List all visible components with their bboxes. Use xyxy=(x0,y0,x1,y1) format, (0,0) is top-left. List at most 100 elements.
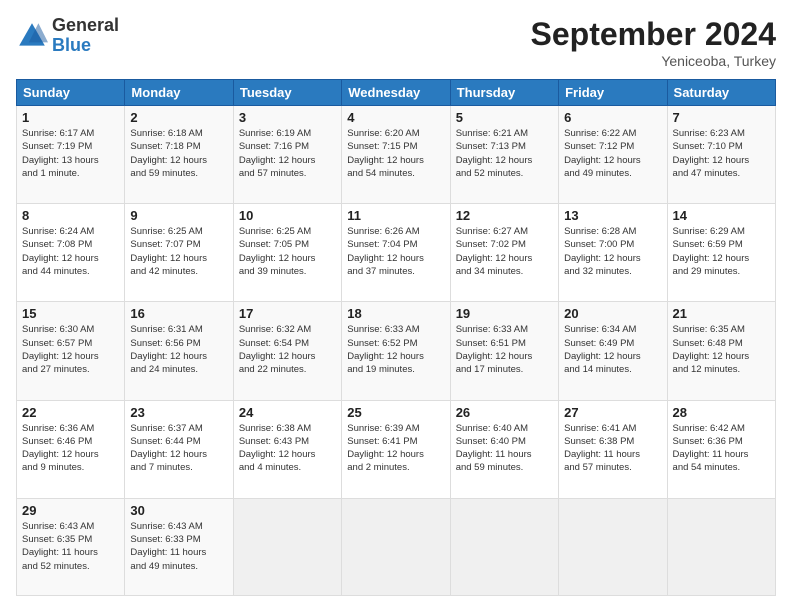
day-cell: 20 Sunrise: 6:34 AM Sunset: 6:49 PM Dayli… xyxy=(559,302,667,400)
day-cell xyxy=(233,498,341,595)
day-number: 8 xyxy=(22,208,119,223)
day-cell: 25 Sunrise: 6:39 AM Sunset: 6:41 PM Dayli… xyxy=(342,400,450,498)
day-info: Sunrise: 6:28 AM Sunset: 7:00 PM Dayligh… xyxy=(564,225,661,278)
logo-blue: Blue xyxy=(52,36,119,56)
day-info: Sunrise: 6:31 AM Sunset: 6:56 PM Dayligh… xyxy=(130,323,227,376)
day-number: 14 xyxy=(673,208,770,223)
day-cell: 12 Sunrise: 6:27 AM Sunset: 7:02 PM Dayli… xyxy=(450,204,558,302)
day-number: 25 xyxy=(347,405,444,420)
col-sunday: Sunday xyxy=(17,80,125,106)
day-info: Sunrise: 6:18 AM Sunset: 7:18 PM Dayligh… xyxy=(130,127,227,180)
month-title: September 2024 xyxy=(531,16,776,53)
day-info: Sunrise: 6:24 AM Sunset: 7:08 PM Dayligh… xyxy=(22,225,119,278)
day-number: 21 xyxy=(673,306,770,321)
col-saturday: Saturday xyxy=(667,80,775,106)
location-subtitle: Yeniceoba, Turkey xyxy=(531,53,776,69)
day-info: Sunrise: 6:27 AM Sunset: 7:02 PM Dayligh… xyxy=(456,225,553,278)
logo-general: General xyxy=(52,16,119,36)
day-info: Sunrise: 6:29 AM Sunset: 6:59 PM Dayligh… xyxy=(673,225,770,278)
day-info: Sunrise: 6:21 AM Sunset: 7:13 PM Dayligh… xyxy=(456,127,553,180)
day-info: Sunrise: 6:33 AM Sunset: 6:52 PM Dayligh… xyxy=(347,323,444,376)
day-info: Sunrise: 6:43 AM Sunset: 6:35 PM Dayligh… xyxy=(22,520,119,573)
day-number: 12 xyxy=(456,208,553,223)
day-cell: 22 Sunrise: 6:36 AM Sunset: 6:46 PM Dayli… xyxy=(17,400,125,498)
calendar-header-row: Sunday Monday Tuesday Wednesday Thursday… xyxy=(17,80,776,106)
day-info: Sunrise: 6:42 AM Sunset: 6:36 PM Dayligh… xyxy=(673,422,770,475)
day-number: 19 xyxy=(456,306,553,321)
day-number: 6 xyxy=(564,110,661,125)
day-number: 9 xyxy=(130,208,227,223)
day-cell: 13 Sunrise: 6:28 AM Sunset: 7:00 PM Dayli… xyxy=(559,204,667,302)
day-info: Sunrise: 6:20 AM Sunset: 7:15 PM Dayligh… xyxy=(347,127,444,180)
day-cell: 7Sunrise: 6:23 AM Sunset: 7:10 PM Daylig… xyxy=(667,106,775,204)
day-cell: 2 Sunrise: 6:18 AM Sunset: 7:18 PM Daylig… xyxy=(125,106,233,204)
day-number: 2 xyxy=(130,110,227,125)
day-number: 24 xyxy=(239,405,336,420)
day-info: Sunrise: 6:25 AM Sunset: 7:07 PM Dayligh… xyxy=(130,225,227,278)
day-cell: 1Sunrise: 6:17 AM Sunset: 7:19 PM Daylig… xyxy=(17,106,125,204)
day-cell: 9 Sunrise: 6:25 AM Sunset: 7:07 PM Daylig… xyxy=(125,204,233,302)
calendar: Sunday Monday Tuesday Wednesday Thursday… xyxy=(16,79,776,596)
day-cell: 19 Sunrise: 6:33 AM Sunset: 6:51 PM Dayli… xyxy=(450,302,558,400)
header: General Blue September 2024 Yeniceoba, T… xyxy=(16,16,776,69)
day-info: Sunrise: 6:33 AM Sunset: 6:51 PM Dayligh… xyxy=(456,323,553,376)
day-info: Sunrise: 6:40 AM Sunset: 6:40 PM Dayligh… xyxy=(456,422,553,475)
day-cell: 6 Sunrise: 6:22 AM Sunset: 7:12 PM Daylig… xyxy=(559,106,667,204)
day-cell: 16 Sunrise: 6:31 AM Sunset: 6:56 PM Dayli… xyxy=(125,302,233,400)
day-cell: 11 Sunrise: 6:26 AM Sunset: 7:04 PM Dayli… xyxy=(342,204,450,302)
day-number: 23 xyxy=(130,405,227,420)
day-cell: 8 Sunrise: 6:24 AM Sunset: 7:08 PM Daylig… xyxy=(17,204,125,302)
col-monday: Monday xyxy=(125,80,233,106)
day-info: Sunrise: 6:38 AM Sunset: 6:43 PM Dayligh… xyxy=(239,422,336,475)
day-cell: 27Sunrise: 6:41 AM Sunset: 6:38 PM Dayli… xyxy=(559,400,667,498)
day-info: Sunrise: 6:37 AM Sunset: 6:44 PM Dayligh… xyxy=(130,422,227,475)
logo: General Blue xyxy=(16,16,119,56)
day-number: 13 xyxy=(564,208,661,223)
day-cell: 23 Sunrise: 6:37 AM Sunset: 6:44 PM Dayli… xyxy=(125,400,233,498)
day-number: 20 xyxy=(564,306,661,321)
title-block: September 2024 Yeniceoba, Turkey xyxy=(531,16,776,69)
day-cell: 28 Sunrise: 6:42 AM Sunset: 6:36 PM Dayli… xyxy=(667,400,775,498)
day-info: Sunrise: 6:19 AM Sunset: 7:16 PM Dayligh… xyxy=(239,127,336,180)
logo-icon xyxy=(16,20,48,52)
day-info: Sunrise: 6:36 AM Sunset: 6:46 PM Dayligh… xyxy=(22,422,119,475)
day-number: 28 xyxy=(673,405,770,420)
week-row-4: 22 Sunrise: 6:36 AM Sunset: 6:46 PM Dayli… xyxy=(17,400,776,498)
week-row-5: 29 Sunrise: 6:43 AM Sunset: 6:35 PM Dayli… xyxy=(17,498,776,595)
day-info: Sunrise: 6:22 AM Sunset: 7:12 PM Dayligh… xyxy=(564,127,661,180)
day-cell xyxy=(342,498,450,595)
day-number: 29 xyxy=(22,503,119,518)
day-cell xyxy=(667,498,775,595)
day-number: 26 xyxy=(456,405,553,420)
day-cell xyxy=(450,498,558,595)
day-cell: 17 Sunrise: 6:32 AM Sunset: 6:54 PM Dayli… xyxy=(233,302,341,400)
day-info: Sunrise: 6:26 AM Sunset: 7:04 PM Dayligh… xyxy=(347,225,444,278)
day-cell: 10Sunrise: 6:25 AM Sunset: 7:05 PM Dayli… xyxy=(233,204,341,302)
day-info: Sunrise: 6:39 AM Sunset: 6:41 PM Dayligh… xyxy=(347,422,444,475)
day-info: Sunrise: 6:35 AM Sunset: 6:48 PM Dayligh… xyxy=(673,323,770,376)
day-info: Sunrise: 6:32 AM Sunset: 6:54 PM Dayligh… xyxy=(239,323,336,376)
day-info: Sunrise: 6:23 AM Sunset: 7:10 PM Dayligh… xyxy=(673,127,770,180)
day-info: Sunrise: 6:41 AM Sunset: 6:38 PM Dayligh… xyxy=(564,422,661,475)
day-cell: 5Sunrise: 6:21 AM Sunset: 7:13 PM Daylig… xyxy=(450,106,558,204)
day-number: 17 xyxy=(239,306,336,321)
day-cell: 4Sunrise: 6:20 AM Sunset: 7:15 PM Daylig… xyxy=(342,106,450,204)
col-friday: Friday xyxy=(559,80,667,106)
logo-text: General Blue xyxy=(52,16,119,56)
day-cell: 24 Sunrise: 6:38 AM Sunset: 6:43 PM Dayli… xyxy=(233,400,341,498)
week-row-1: 1Sunrise: 6:17 AM Sunset: 7:19 PM Daylig… xyxy=(17,106,776,204)
day-number: 30 xyxy=(130,503,227,518)
day-number: 11 xyxy=(347,208,444,223)
day-cell: 29 Sunrise: 6:43 AM Sunset: 6:35 PM Dayli… xyxy=(17,498,125,595)
page: General Blue September 2024 Yeniceoba, T… xyxy=(0,0,792,612)
week-row-3: 15Sunrise: 6:30 AM Sunset: 6:57 PM Dayli… xyxy=(17,302,776,400)
day-info: Sunrise: 6:34 AM Sunset: 6:49 PM Dayligh… xyxy=(564,323,661,376)
day-info: Sunrise: 6:43 AM Sunset: 6:33 PM Dayligh… xyxy=(130,520,227,573)
day-number: 3 xyxy=(239,110,336,125)
col-wednesday: Wednesday xyxy=(342,80,450,106)
day-number: 15 xyxy=(22,306,119,321)
day-number: 16 xyxy=(130,306,227,321)
day-number: 18 xyxy=(347,306,444,321)
day-cell: 18 Sunrise: 6:33 AM Sunset: 6:52 PM Dayli… xyxy=(342,302,450,400)
day-number: 22 xyxy=(22,405,119,420)
